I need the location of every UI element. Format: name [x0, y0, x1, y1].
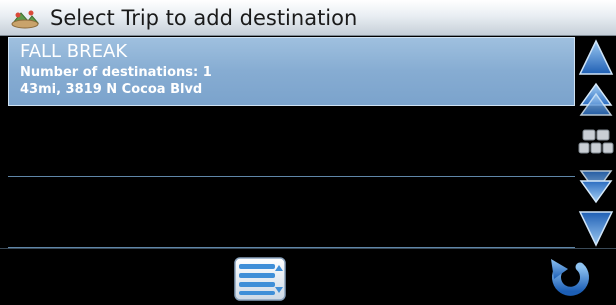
list-icon[interactable] — [232, 255, 290, 303]
trip-distance-address: 43mi, 3819 N Cocoa Blvd — [20, 82, 203, 97]
title-bar: Select Trip to add destination — [0, 0, 616, 36]
keyboard-icon[interactable] — [578, 125, 614, 163]
scroll-down-icon[interactable] — [578, 167, 614, 205]
screen: Select Trip to add destination FALL BREA… — [0, 0, 616, 305]
page-down-icon[interactable] — [578, 209, 614, 247]
bottom-bar — [0, 248, 616, 305]
empty-row — [8, 177, 575, 248]
page-title: Select Trip to add destination — [50, 6, 358, 30]
scroll-up-icon[interactable] — [578, 81, 614, 119]
trip-name: FALL BREAK — [20, 41, 128, 62]
trip-row[interactable]: FALL BREAK Number of destinations: 1 43m… — [8, 37, 575, 106]
page-up-icon[interactable] — [578, 39, 614, 77]
trip-icon — [11, 10, 40, 29]
trip-destinations-count: Number of destinations: 1 — [20, 65, 212, 80]
trip-list: FALL BREAK Number of destinations: 1 43m… — [8, 37, 575, 248]
scroll-column — [576, 37, 616, 248]
empty-row — [8, 106, 575, 177]
back-arrow-icon[interactable] — [548, 255, 590, 301]
